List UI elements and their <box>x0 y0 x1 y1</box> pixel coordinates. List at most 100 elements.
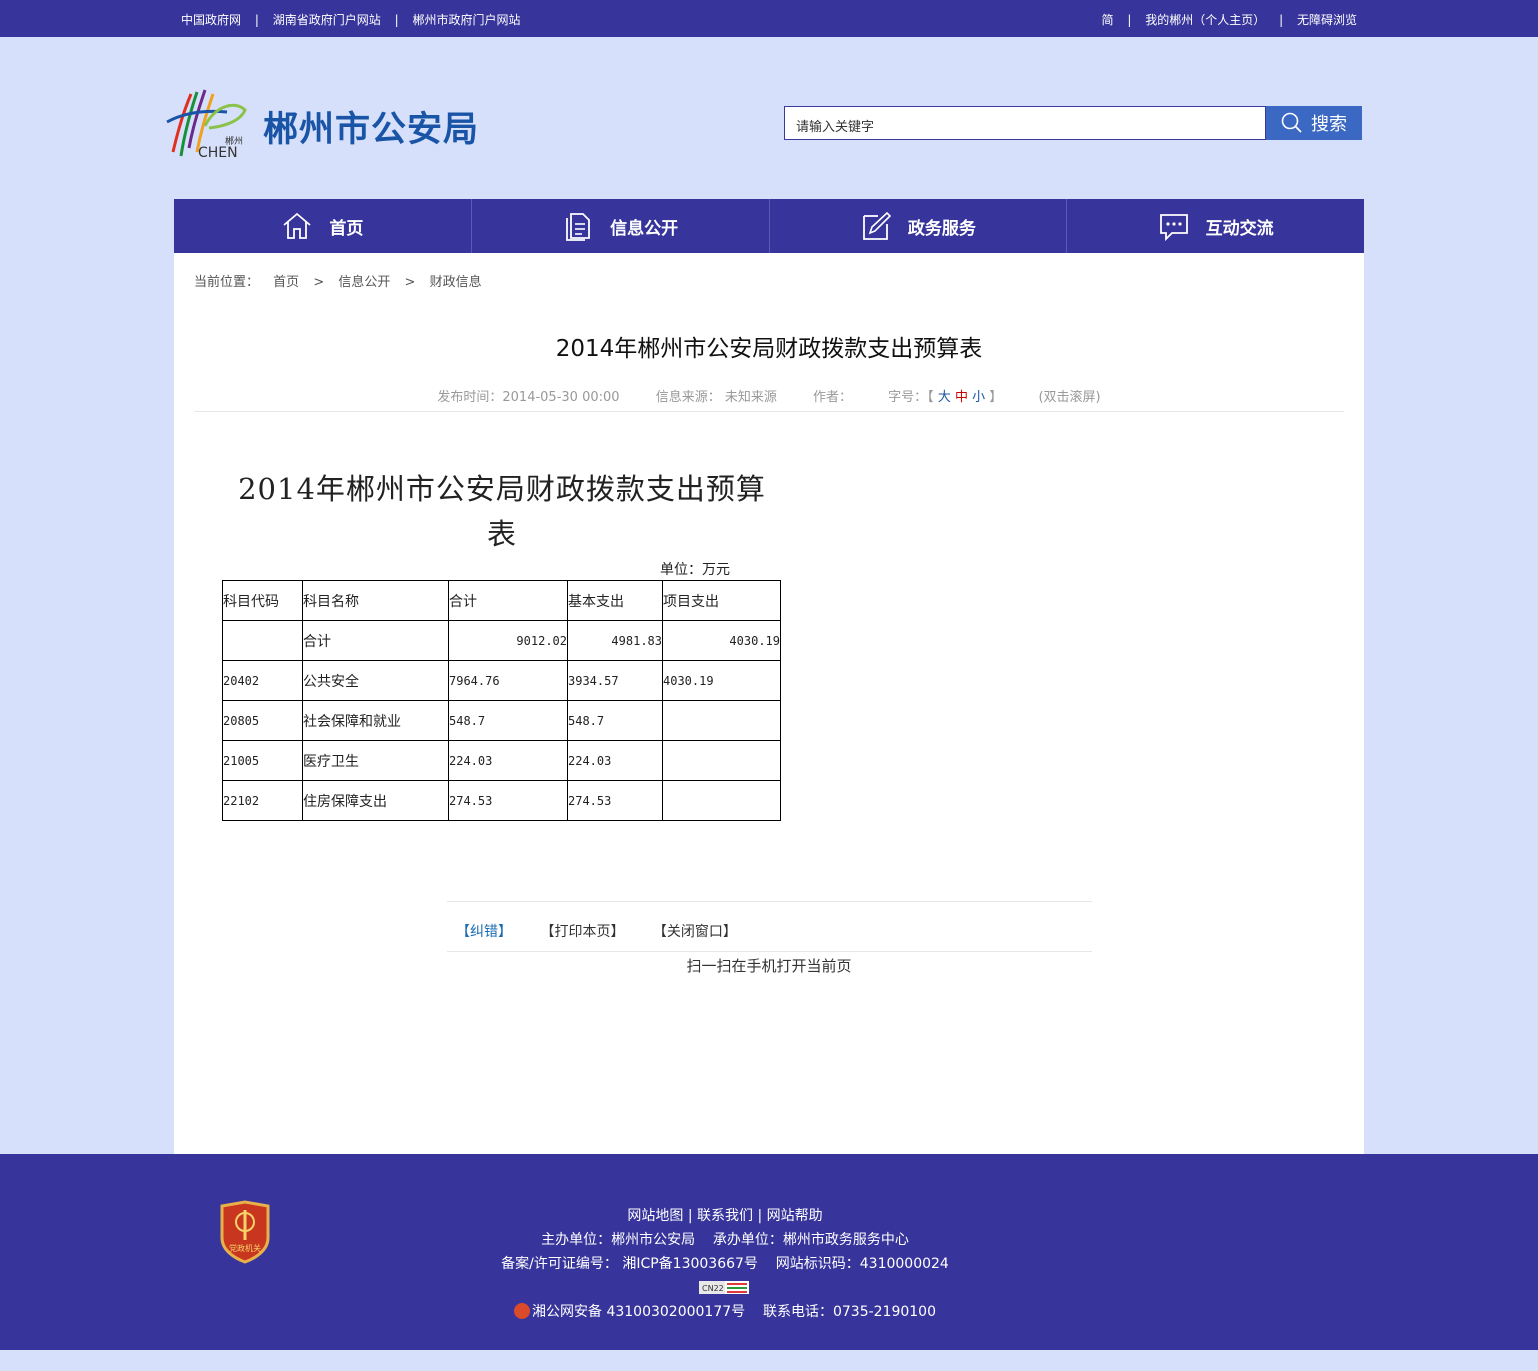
home-icon <box>283 212 311 239</box>
table-cell: 20402 <box>222 660 303 701</box>
link-my-chenzhou[interactable]: 我的郴州（个人主页） <box>1145 13 1265 27</box>
bottom-strip <box>0 1350 1538 1371</box>
table-cell: 4981.83 <box>567 620 663 661</box>
separator: | <box>1279 13 1284 27</box>
separator: | <box>394 13 399 27</box>
table-cell: 224.03 <box>448 740 568 781</box>
link-chenzhou-gov[interactable]: 郴州市政府门户网站 <box>412 13 520 27</box>
footer-link-sitemap[interactable]: 网站地图 <box>627 1208 683 1224</box>
table-cell: 20805 <box>222 700 303 741</box>
footer-phone: 联系电话：0735-2190100 <box>762 1304 936 1320</box>
table-row: 20402 公共安全 7964.76 3934.57 4030.19 <box>222 660 781 701</box>
column-header: 合计 <box>448 580 568 621</box>
nav-item-label: 互动交流 <box>1205 218 1274 239</box>
font-medium-button[interactable]: 中 <box>955 390 968 405</box>
stats-badge-icon: CN22 <box>699 1281 749 1294</box>
search-input[interactable]: 请输入关键字 <box>784 106 1266 140</box>
nav-item-info-disclosure[interactable]: 信息公开 <box>472 199 770 253</box>
table-header-row: 科目代码 科目名称 合计 基本支出 项目支出 <box>222 580 781 621</box>
table-cell: 社会保障和就业 <box>302 700 449 741</box>
link-simplified[interactable]: 简 <box>1102 13 1114 27</box>
footer-link-contact[interactable]: 联系我们 <box>697 1208 753 1224</box>
search-button-label: 搜索 <box>1311 114 1347 135</box>
table-cell: 医疗卫生 <box>302 740 449 781</box>
nav-item-gov-services[interactable]: 政务服务 <box>770 199 1068 253</box>
column-header: 基本支出 <box>567 580 663 621</box>
article-meta: 发布时间：2014-05-30 00:00 信息来源： 未知来源 作者： 字号：… <box>174 386 1364 405</box>
table-cell: 9012.02 <box>448 620 568 661</box>
table-row: 20805 社会保障和就业 548.7 548.7 <box>222 700 781 741</box>
nav-item-interaction[interactable]: 互动交流 <box>1067 199 1364 253</box>
breadcrumb: 当前位置： 首页 > 信息公开 > 财政信息 <box>194 271 482 290</box>
article-title: 2014年郴州市公安局财政拨款支出预算表 <box>555 336 983 362</box>
footer-icp[interactable]: 备案/许可证编号： 湘ICP备13003667号 <box>501 1256 758 1272</box>
table-cell: 548.7 <box>567 700 663 741</box>
logo-icon: 郴州 CHEN <box>166 89 247 161</box>
column-header: 科目名称 <box>302 580 449 621</box>
breadcrumb-home[interactable]: 首页 <box>273 275 299 290</box>
cnzz-badge[interactable]: CN22 <box>699 1279 749 1294</box>
footer-record-row: 备案/许可证编号： 湘ICP备13003667号 网站标识码：431000002… <box>0 1253 1494 1273</box>
bracket-open: 【 <box>927 390 934 405</box>
table-cell: 住房保障支出 <box>302 780 449 821</box>
top-links-left: 中国政府网 | 湖南省政府门户网站 | 郴州市政府门户网站 <box>181 11 520 28</box>
logo-latin-text: CHEN <box>198 145 238 160</box>
site-title: 郴州市公安局 <box>263 110 480 150</box>
unit-label: 单位：万元 <box>660 562 730 578</box>
separator: | <box>254 13 259 27</box>
divider <box>447 901 1092 902</box>
site-logo[interactable]: 郴州 CHEN <box>165 86 249 161</box>
link-hunan-gov[interactable]: 湖南省政府门户网站 <box>273 13 381 27</box>
footer-police-record[interactable]: 湘公网安备 43100302000177号 <box>532 1304 745 1320</box>
article-tools: 【纠错】 【打印本页】 【关闭窗口】 <box>456 921 761 941</box>
chat-icon <box>1159 214 1188 242</box>
table-row-total: 合计 9012.02 4981.83 4030.19 <box>222 620 781 661</box>
breadcrumb-separator: > <box>404 275 416 290</box>
document-title-line: 表 <box>486 517 517 551</box>
link-accessibility[interactable]: 无障碍浏览 <box>1297 13 1357 27</box>
breadcrumb-financial-info[interactable]: 财政信息 <box>430 275 482 290</box>
publish-time: 发布时间：2014-05-30 00:00 <box>437 390 620 405</box>
font-large-button[interactable]: 大 <box>938 390 951 405</box>
author-label: 作者： <box>813 390 853 405</box>
close-window-link[interactable]: 【关闭窗口】 <box>653 924 737 940</box>
table-cell: 224.03 <box>567 740 663 781</box>
source-value: 未知来源 <box>724 390 777 405</box>
footer-police-row: 湘公网安备 43100302000177号 联系电话：0735-2190100 <box>0 1301 1494 1321</box>
nav-item-label: 首页 <box>329 218 364 239</box>
search-button[interactable]: 搜索 <box>1266 106 1362 140</box>
footer-organizer: 承办单位：郴州市政务服务中心 <box>712 1232 909 1248</box>
table-cell: 4030.19 <box>662 660 781 701</box>
column-header: 项目支出 <box>662 580 781 621</box>
table-cell: 3934.57 <box>567 660 663 701</box>
font-small-button[interactable]: 小 <box>972 390 985 405</box>
table-cell: 274.53 <box>448 780 568 821</box>
divider <box>447 951 1092 952</box>
report-error-link[interactable]: 【纠错】 <box>456 924 512 940</box>
document-title-line: 2014年郴州市公安局财政拨款支出预算 <box>238 472 766 506</box>
bracket-close: 】 <box>989 390 1003 405</box>
table-cell: 公共安全 <box>302 660 449 701</box>
table-row: 21005 医疗卫生 224.03 224.03 <box>222 740 781 781</box>
main-nav: 首页 信息公开 政务服务 互动交流 <box>174 199 1364 253</box>
divider <box>194 411 1344 412</box>
scan-qr-text: 扫一扫在手机打开当前页 <box>686 957 852 975</box>
content-panel: 当前位置： 首页 > 信息公开 > 财政信息 2014年郴州市公安局财政拨款支出… <box>174 253 1364 1154</box>
footer-link-help[interactable]: 网站帮助 <box>767 1208 823 1224</box>
breadcrumb-info-disclosure[interactable]: 信息公开 <box>338 275 390 290</box>
table-cell <box>222 620 303 661</box>
breadcrumb-prefix: 当前位置： <box>194 275 260 290</box>
nav-item-home[interactable]: 首页 <box>174 199 472 253</box>
nav-item-label: 信息公开 <box>610 218 679 239</box>
top-links-right: 简 | 我的郴州（个人主页） | 无障碍浏览 <box>1102 11 1357 28</box>
table-cell <box>662 740 781 781</box>
badge-text: CN22 <box>702 1284 724 1293</box>
scroll-hint: (双击滚屏) <box>1038 390 1101 405</box>
print-page-link[interactable]: 【打印本页】 <box>540 924 624 940</box>
top-bar: 中国政府网 | 湖南省政府门户网站 | 郴州市政府门户网站 简 | 我的郴州（个… <box>0 0 1538 37</box>
footer-sponsor-row: 主办单位：郴州市公安局 承办单位：郴州市政务服务中心 <box>0 1229 1494 1249</box>
nav-item-label: 政务服务 <box>907 218 976 239</box>
table-row: 22102 住房保障支出 274.53 274.53 <box>222 780 781 821</box>
link-china-gov[interactable]: 中国政府网 <box>181 13 241 27</box>
table-cell: 548.7 <box>448 700 568 741</box>
